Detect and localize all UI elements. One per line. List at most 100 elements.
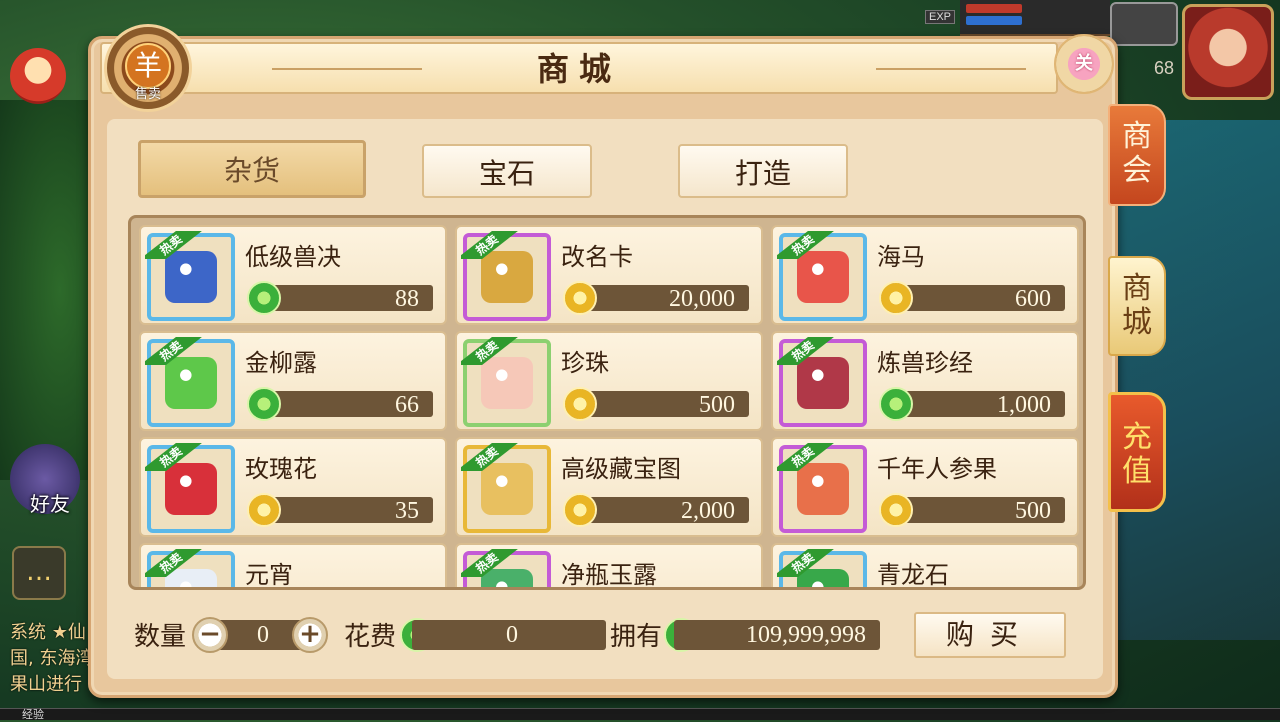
owned-label: 拥有 [610, 622, 663, 652]
hot-sale-ribbon: 热卖 [145, 231, 203, 259]
hp-bar [966, 4, 1022, 13]
hot-sale-ribbon: 热卖 [145, 337, 203, 365]
item-card[interactable]: 热卖 玫瑰花 35 [139, 437, 447, 537]
mp-bar [966, 16, 1022, 25]
hot-sale-label: 热卖 [145, 337, 203, 365]
item-icon-frame: 热卖 [145, 337, 235, 427]
item-name: 海马 [877, 243, 925, 271]
item-icon-frame: 热卖 [461, 549, 551, 587]
gold-coin-icon [247, 493, 281, 527]
item-icon-frame: 热卖 [777, 549, 867, 587]
item-icon-frame: 热卖 [145, 231, 235, 321]
item-grid[interactable]: 热卖 低级兽决 88 热卖 改名卡 20,000 热卖 海马 600 热卖 金柳露 66 热卖 珍珠 500… [128, 215, 1086, 590]
item-card[interactable]: 热卖 金柳露 66 [139, 331, 447, 431]
hot-sale-label: 热卖 [145, 443, 203, 471]
item-card[interactable]: 热卖 改名卡 20,000 [455, 225, 763, 325]
exp-tag: EXP [925, 10, 956, 24]
item-card[interactable]: 热卖 青龙石 [771, 543, 1079, 587]
buy-button[interactable]: 购买 [914, 612, 1066, 658]
item-name: 炼兽珍经 [877, 349, 973, 377]
item-icon-frame: 热卖 [461, 231, 551, 321]
sell-button[interactable]: 羊 售卖 [104, 24, 192, 112]
hot-sale-ribbon: 热卖 [145, 443, 203, 471]
item-card[interactable]: 热卖 元宵 [139, 543, 447, 589]
item-price: 66 [395, 392, 419, 418]
tab-groceries[interactable]: 杂货 [138, 140, 366, 198]
item-name: 玫瑰花 [245, 455, 317, 483]
price-bar: 500 [899, 497, 1065, 524]
jade-coin-icon [247, 281, 281, 315]
tab-gems[interactable]: 宝石 [422, 144, 592, 198]
hot-sale-ribbon: 热卖 [777, 443, 835, 471]
title-bar: 商城 [100, 42, 1058, 94]
gold-coin-icon [879, 493, 913, 527]
plus-button[interactable]: + [292, 617, 328, 653]
item-card[interactable]: 热卖 珍珠 500 [455, 331, 763, 431]
hot-sale-ribbon: 热卖 [145, 549, 203, 577]
cost-label: 花费 [344, 622, 397, 652]
side-tab-guild-shop[interactable]: 商会 [1108, 104, 1166, 206]
top-status-bar [960, 0, 1110, 36]
price-bar: 35 [267, 497, 433, 524]
hot-sale-label: 热卖 [145, 549, 203, 577]
hot-sale-ribbon: 热卖 [461, 337, 519, 365]
hot-sale-label: 热卖 [777, 337, 835, 365]
item-price: 2,000 [681, 498, 735, 524]
item-price: 88 [395, 286, 419, 312]
item-icon-frame: 热卖 [777, 337, 867, 427]
item-card[interactable]: 热卖 低级兽决 88 [139, 225, 447, 325]
hot-sale-label: 热卖 [461, 337, 519, 365]
player-avatar[interactable] [1182, 4, 1274, 100]
side-tab-mall[interactable]: 商城 [1108, 256, 1166, 356]
hot-sale-ribbon: 热卖 [461, 443, 519, 471]
item-price: 500 [1015, 498, 1051, 524]
cost-value: 0 [506, 622, 518, 648]
item-card[interactable]: 热卖 千年人参果 500 [771, 437, 1079, 537]
hot-sale-ribbon: 热卖 [777, 549, 835, 577]
gold-coin-icon [879, 281, 913, 315]
price-bar: 66 [267, 391, 433, 418]
side-tab-recharge[interactable]: 充值 [1108, 392, 1166, 512]
close-button[interactable]: 关 [1054, 34, 1114, 94]
hot-sale-label: 热卖 [145, 231, 203, 259]
hot-sale-ribbon: 热卖 [777, 231, 835, 259]
friend-button-label[interactable]: 好友 [30, 488, 70, 517]
player-level: 68 [1154, 58, 1175, 78]
hot-sale-label: 热卖 [461, 443, 519, 471]
item-icon-frame: 热卖 [145, 549, 235, 587]
price-bar: 20,000 [583, 285, 749, 312]
owned-value: 109,999,998 [746, 622, 866, 648]
hot-sale-ribbon: 热卖 [461, 549, 519, 577]
sell-button-label: 售卖 [134, 87, 161, 102]
chat-bubble-icon[interactable]: … [12, 546, 66, 600]
price-bar: 2,000 [583, 497, 749, 524]
item-card[interactable]: 热卖 高级藏宝图 2,000 [455, 437, 763, 537]
hot-sale-label: 热卖 [461, 231, 519, 259]
item-name: 低级兽决 [245, 243, 341, 271]
item-price: 1,000 [997, 392, 1051, 418]
pet-portrait[interactable] [1110, 2, 1178, 46]
item-price: 600 [1015, 286, 1051, 312]
item-name: 珍珠 [561, 349, 609, 377]
item-card[interactable]: 热卖 海马 600 [771, 225, 1079, 325]
price-bar: 1,000 [899, 391, 1065, 418]
item-price: 35 [395, 498, 419, 524]
price-bar: 600 [899, 285, 1065, 312]
item-icon-frame: 热卖 [461, 443, 551, 533]
item-card[interactable]: 热卖 炼兽珍经 1,000 [771, 331, 1079, 431]
item-name: 净瓶玉露 [561, 561, 657, 589]
item-card[interactable]: 热卖 净瓶玉露 [455, 543, 763, 589]
gold-coin-icon [563, 493, 597, 527]
item-icon-frame: 热卖 [777, 231, 867, 321]
tab-forging[interactable]: 打造 [678, 144, 848, 198]
item-name: 元宵 [245, 561, 293, 589]
mascot-icon[interactable] [10, 48, 66, 104]
item-icon-frame: 热卖 [461, 337, 551, 427]
item-name: 改名卡 [561, 243, 633, 271]
minus-button[interactable]: − [192, 617, 228, 653]
item-name: 高级藏宝图 [561, 455, 681, 483]
hot-sale-label: 热卖 [777, 231, 835, 259]
hot-sale-label: 热卖 [777, 549, 835, 577]
item-icon-frame: 热卖 [145, 443, 235, 533]
price-bar: 500 [583, 391, 749, 418]
